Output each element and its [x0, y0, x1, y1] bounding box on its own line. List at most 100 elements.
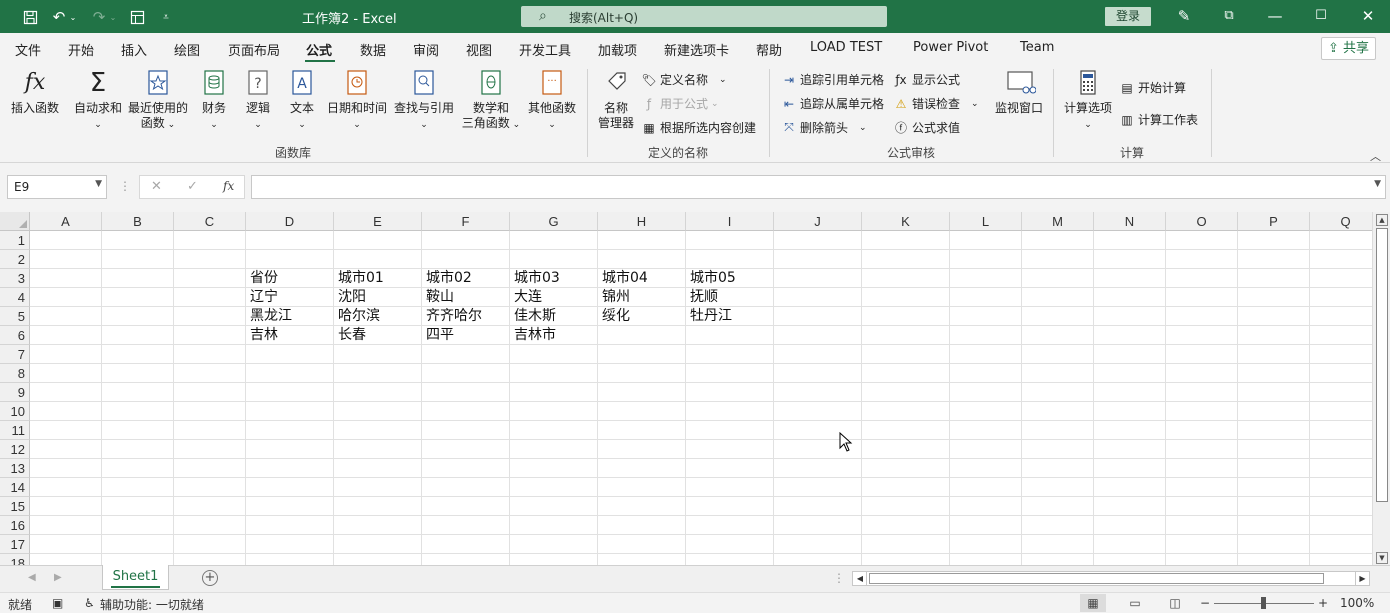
cell-g3[interactable]: 城市03	[510, 269, 598, 288]
close-icon[interactable]: ✕	[1356, 5, 1380, 27]
scroll-left-icon[interactable]: ◀	[854, 572, 867, 585]
row-header-11[interactable]: 11	[0, 421, 30, 440]
name-manager-button[interactable]: 名称 管理器	[595, 69, 637, 131]
cell-e4[interactable]: 沈阳	[334, 288, 422, 307]
date-time-button[interactable]: 日期和时间 ⌄	[326, 69, 388, 133]
column-header-b[interactable]: B	[102, 212, 174, 231]
expand-formula-icon[interactable]: ▼	[1374, 179, 1381, 189]
tab-power-pivot[interactable]: Power Pivot	[913, 40, 988, 55]
zoom-in-icon[interactable]: +	[1318, 596, 1328, 610]
row-header-6[interactable]: 6	[0, 326, 30, 345]
cell-i5[interactable]: 牡丹江	[686, 307, 774, 326]
evaluate-formula-button[interactable]: ⓕ 公式求值	[893, 119, 960, 136]
redo-icon[interactable]: ↷	[88, 6, 110, 28]
column-header-l[interactable]: L	[950, 212, 1022, 231]
macro-record-icon[interactable]: ▣	[52, 596, 63, 610]
cell-f4[interactable]: 鞍山	[422, 288, 510, 307]
tab-view[interactable]: 视图	[466, 40, 492, 59]
trace-dependents-button[interactable]: ⇤ 追踪从属单元格	[781, 95, 884, 112]
create-from-selection-button[interactable]: ▦ 根据所选内容创建	[641, 119, 756, 136]
calculation-options-button[interactable]: 计算选项 ⌄	[1062, 69, 1114, 133]
redo-dropdown-icon[interactable]: ⌄	[108, 6, 118, 28]
cell-g6[interactable]: 吉林市	[510, 326, 598, 345]
row-header-9[interactable]: 9	[0, 383, 30, 402]
column-header-m[interactable]: M	[1022, 212, 1094, 231]
pen-icon[interactable]: ✎	[1172, 5, 1196, 27]
show-formulas-button[interactable]: ƒx 显示公式	[893, 71, 960, 88]
column-header-p[interactable]: P	[1238, 212, 1310, 231]
insert-function-button[interactable]: fx 插入函数	[8, 69, 62, 116]
cell-e5[interactable]: 哈尔滨	[334, 307, 422, 326]
normal-view-icon[interactable]: ▦	[1080, 594, 1106, 612]
column-header-n[interactable]: N	[1094, 212, 1166, 231]
row-header-5[interactable]: 5	[0, 307, 30, 326]
tab-page-layout[interactable]: 页面布局	[228, 40, 280, 59]
cell-d6[interactable]: 吉林	[246, 326, 334, 345]
row-header-12[interactable]: 12	[0, 440, 30, 459]
column-header-e[interactable]: E	[334, 212, 422, 231]
watch-window-button[interactable]: 监视窗口	[994, 69, 1044, 116]
zoom-out-icon[interactable]: −	[1200, 596, 1210, 610]
vertical-scrollbar[interactable]: ▲ ▼	[1372, 212, 1390, 565]
cell-d4[interactable]: 辽宁	[246, 288, 334, 307]
tab-file[interactable]: 文件	[15, 40, 41, 59]
use-in-formula-button[interactable]: ƒ 用于公式 ⌄	[641, 95, 719, 112]
page-layout-view-icon[interactable]: ▭	[1122, 594, 1148, 612]
text-button[interactable]: A 文本 ⌄	[284, 69, 320, 133]
autosum-button[interactable]: Σ 自动求和 ⌄	[72, 69, 124, 133]
undo-dropdown-icon[interactable]: ⌄	[68, 6, 78, 28]
page-break-view-icon[interactable]: ◫	[1162, 594, 1188, 612]
row-header-16[interactable]: 16	[0, 516, 30, 535]
row-header-8[interactable]: 8	[0, 364, 30, 383]
zoom-slider-thumb[interactable]	[1261, 597, 1266, 609]
column-header-k[interactable]: K	[862, 212, 950, 231]
cell-g4[interactable]: 大连	[510, 288, 598, 307]
drag-handle-icon[interactable]: ⋮	[119, 179, 131, 193]
accessibility-status[interactable]: 辅助功能: 一切就绪	[100, 596, 204, 613]
cell-h3[interactable]: 城市04	[598, 269, 686, 288]
calculate-now-button[interactable]: ▤ 开始计算	[1119, 79, 1186, 96]
error-checking-button[interactable]: ⚠ 错误检查 ⌄	[893, 95, 979, 112]
cancel-icon[interactable]: ✕	[151, 179, 162, 194]
form-icon[interactable]	[126, 6, 148, 28]
cell-e6[interactable]: 长春	[334, 326, 422, 345]
tab-review[interactable]: 审阅	[413, 40, 439, 59]
name-box[interactable]: E9 ▼	[7, 175, 107, 199]
financial-button[interactable]: 财务 ⌄	[196, 69, 232, 133]
cell-i3[interactable]: 城市05	[686, 269, 774, 288]
tab-insert[interactable]: 插入	[121, 40, 147, 59]
collapse-ribbon-icon[interactable]: ︿	[1370, 148, 1381, 164]
cell-h4[interactable]: 锦州	[598, 288, 686, 307]
tab-formulas[interactable]: 公式	[306, 40, 332, 59]
column-header-o[interactable]: O	[1166, 212, 1238, 231]
calculate-sheet-button[interactable]: ▥ 计算工作表	[1119, 111, 1198, 128]
tab-data[interactable]: 数据	[360, 40, 386, 59]
column-header-c[interactable]: C	[174, 212, 246, 231]
column-header-d[interactable]: D	[246, 212, 334, 231]
row-header-14[interactable]: 14	[0, 478, 30, 497]
tab-addins[interactable]: 加载项	[598, 40, 637, 59]
ribbon-display-icon[interactable]: ⧉	[1217, 5, 1241, 27]
prev-sheet-icon[interactable]: ◀	[28, 572, 36, 583]
tab-home[interactable]: 开始	[68, 40, 94, 59]
trace-precedents-button[interactable]: ⇥ 追踪引用单元格	[781, 71, 884, 88]
row-header-15[interactable]: 15	[0, 497, 30, 516]
tab-splitter-icon[interactable]: ⋮	[833, 571, 845, 585]
column-header-f[interactable]: F	[422, 212, 510, 231]
define-name-button[interactable]: 🏷 定义名称 ⌄	[641, 71, 726, 88]
scroll-thumb[interactable]	[1376, 228, 1388, 502]
scroll-right-icon[interactable]: ▶	[1355, 572, 1369, 585]
enter-icon[interactable]: ✓	[187, 179, 198, 194]
cell-h5[interactable]: 绥化	[598, 307, 686, 326]
accessibility-icon[interactable]: ♿	[84, 596, 95, 610]
column-header-g[interactable]: G	[510, 212, 598, 231]
tab-draw[interactable]: 绘图	[174, 40, 200, 59]
tab-new-tab[interactable]: 新建选项卡	[664, 40, 729, 59]
cell-e3[interactable]: 城市01	[334, 269, 422, 288]
cell-d3[interactable]: 省份	[246, 269, 334, 288]
row-header-7[interactable]: 7	[0, 345, 30, 364]
formula-input[interactable]: ▼	[251, 175, 1386, 199]
undo-icon[interactable]: ↶	[48, 6, 70, 28]
maximize-icon[interactable]: ☐	[1309, 5, 1333, 27]
recently-used-button[interactable]: 最近使用的 函数 ⌄	[127, 69, 189, 133]
